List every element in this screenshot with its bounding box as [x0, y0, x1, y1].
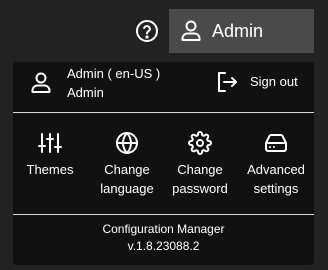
user-name: Admin ( en-US ) — [67, 66, 161, 81]
user-icon — [31, 72, 51, 93]
change-language-button[interactable]: Change language — [91, 124, 163, 204]
app-name: Configuration Manager — [102, 222, 225, 236]
app-version: v.1.8.23088.2 — [127, 239, 200, 253]
app-info: Configuration Manager v.1.8.23088.2 — [13, 221, 314, 255]
sign-out-button[interactable]: Sign out — [215, 68, 307, 96]
user-info: Admin ( en-US ) Admin Sign out — [13, 62, 314, 110]
menu-actions: Themes Change language Change password A… — [13, 124, 314, 214]
advanced-settings-button[interactable]: Advanced settings — [241, 124, 311, 204]
globe-icon — [116, 132, 138, 154]
sign-out-label: Sign out — [250, 74, 298, 89]
user-role: Admin — [67, 85, 104, 100]
account-menu-button[interactable]: Admin — [169, 9, 314, 53]
drive-icon — [265, 134, 287, 152]
divider — [13, 112, 314, 113]
themes-label: Themes — [26, 162, 74, 177]
divider — [13, 214, 314, 215]
help-circle-icon — [136, 20, 158, 42]
change-password-label: Change password — [172, 162, 228, 196]
help-button[interactable] — [133, 17, 161, 45]
top-bar: Admin — [0, 0, 328, 62]
change-password-button[interactable]: Change password — [165, 124, 235, 204]
sliders-icon — [38, 133, 62, 153]
account-menu-panel: Admin ( en-US ) Admin Sign out Themes Ch… — [13, 62, 314, 265]
themes-button[interactable]: Themes — [19, 124, 81, 204]
change-language-label: Change language — [100, 162, 154, 196]
user-icon — [181, 20, 201, 41]
account-button-label: Admin — [212, 21, 264, 41]
sign-out-icon — [218, 72, 237, 92]
gear-icon — [188, 131, 212, 155]
advanced-settings-label: Advanced settings — [247, 162, 305, 196]
